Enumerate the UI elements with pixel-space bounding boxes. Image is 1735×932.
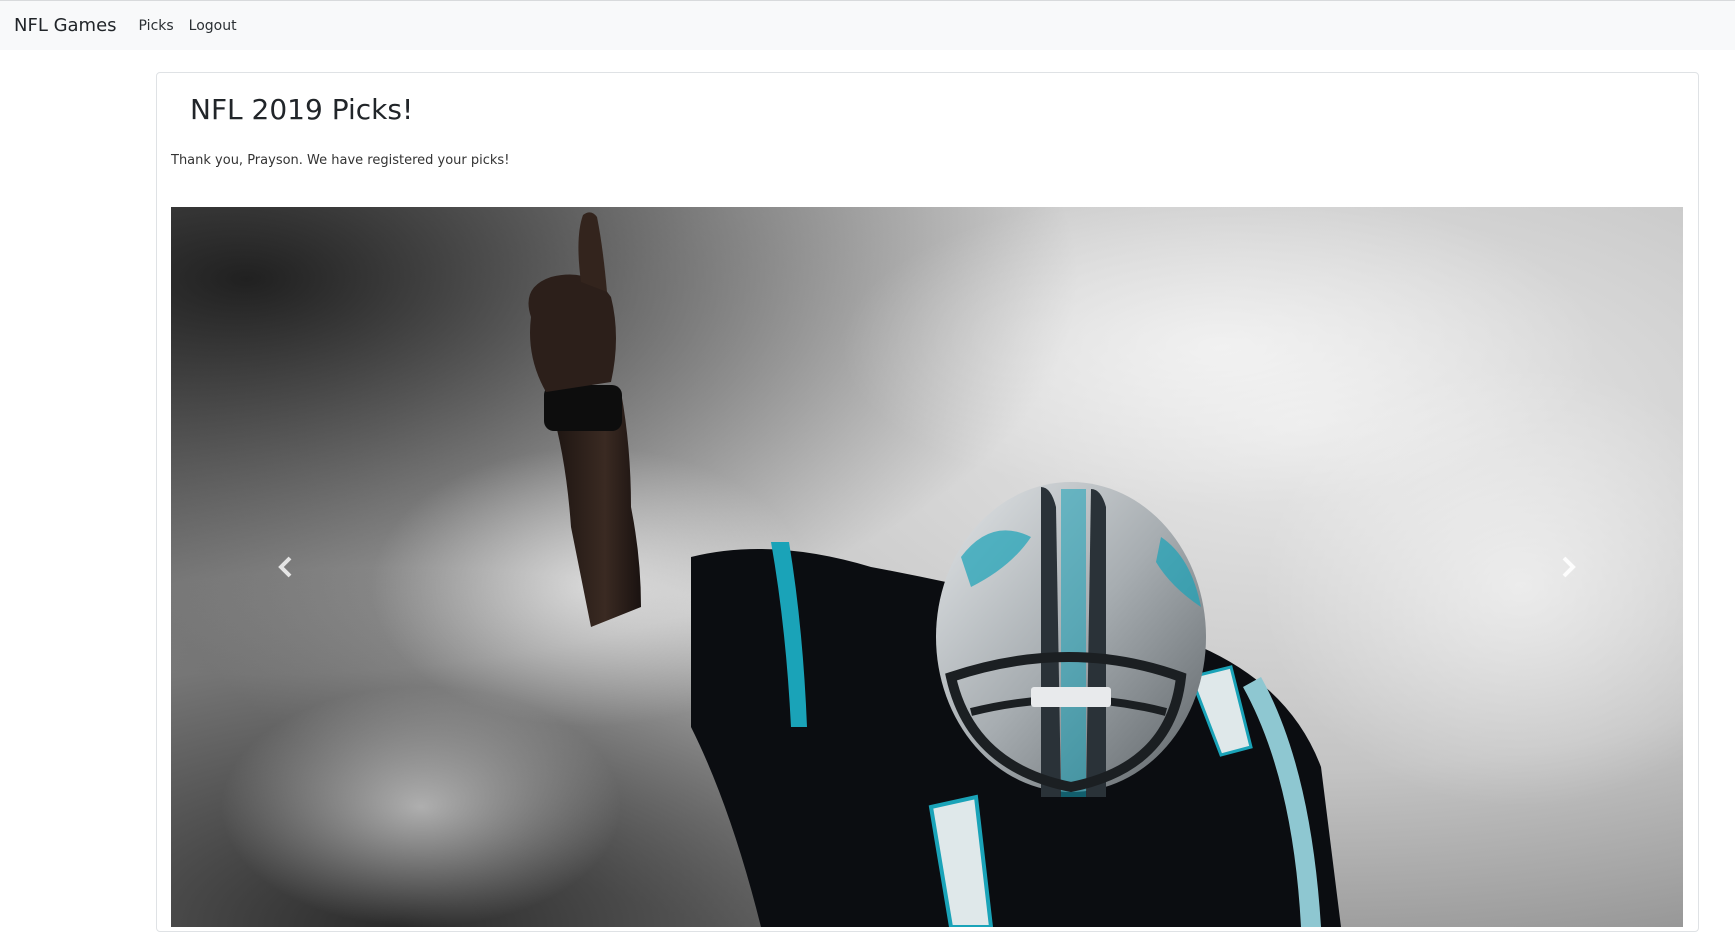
nav-link-logout[interactable]: Logout	[189, 18, 237, 34]
carousel-next-button[interactable]	[1453, 207, 1683, 927]
brand-link[interactable]: NFL Games	[14, 15, 117, 36]
image-carousel[interactable]	[171, 207, 1683, 927]
top-navbar: NFL Games Picks Logout	[0, 0, 1735, 50]
chevron-left-icon	[278, 556, 292, 578]
page-title: NFL 2019 Picks!	[190, 93, 414, 126]
confirmation-message: Thank you, Prayson. We have registered y…	[171, 153, 510, 168]
nav-link-picks[interactable]: Picks	[139, 18, 174, 34]
chevron-right-icon	[1562, 556, 1576, 578]
carousel-prev-button[interactable]	[171, 207, 401, 927]
picks-card: NFL 2019 Picks! Thank you, Prayson. We h…	[156, 72, 1699, 932]
